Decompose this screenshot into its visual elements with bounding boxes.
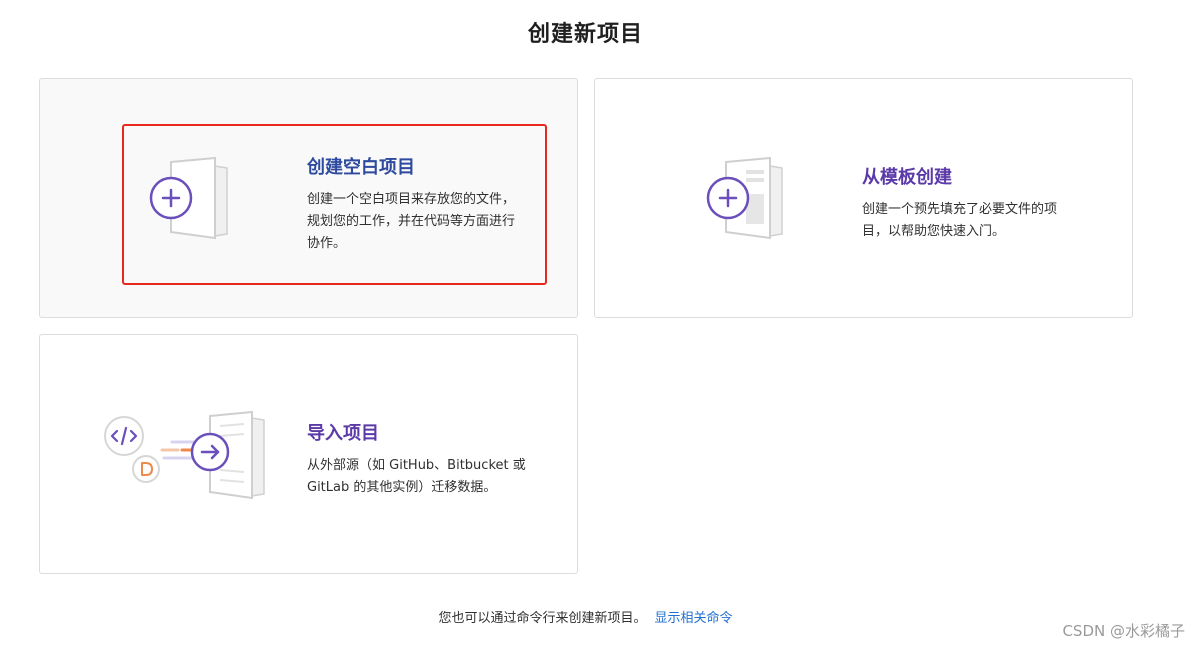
blank-project-illustration bbox=[149, 156, 228, 240]
import-project-text: 导入项目 从外部源（如 GitHub、Bitbucket 或 GitLab 的其… bbox=[307, 419, 557, 499]
code-icon bbox=[104, 416, 144, 456]
blank-project-text: 创建空白项目 创建一个空白项目来存放您的文件， 规划您的工作，并在代码等方面进行… bbox=[307, 153, 547, 255]
show-commands-link[interactable]: 显示相关命令 bbox=[655, 611, 733, 626]
template-project-heading: 从模板创建 bbox=[862, 167, 952, 188]
create-blank-project-card[interactable]: 创建空白项目 创建一个空白项目来存放您的文件， 规划您的工作，并在代码等方面进行… bbox=[39, 78, 578, 318]
plus-circle-icon bbox=[706, 176, 750, 220]
blank-project-heading: 创建空白项目 bbox=[307, 157, 415, 178]
import-project-description: 从外部源（如 GitHub、Bitbucket 或 GitLab 的其他实例）迁… bbox=[307, 458, 526, 495]
watermark: CSDN @水彩橘子 bbox=[1062, 622, 1185, 640]
cli-hint-text: 您也可以通过命令行来创建新项目。 bbox=[438, 611, 647, 626]
plus-circle-icon bbox=[149, 176, 193, 220]
source-d-icon bbox=[132, 455, 160, 483]
create-from-template-card[interactable]: 从模板创建 创建一个预先填充了必要文件的项 目，以帮助您快速入门。 bbox=[594, 78, 1133, 318]
import-project-illustration bbox=[104, 410, 265, 500]
create-project-page: 创建新项目 创建空白项目 创建一个空白项目来存放您的文件， 规划您的工作，并在代… bbox=[0, 0, 1201, 650]
template-project-illustration bbox=[706, 156, 783, 240]
import-project-heading: 导入项目 bbox=[307, 423, 379, 444]
arrow-right-circle-icon bbox=[190, 432, 230, 472]
cli-hint-footer: 您也可以通过命令行来创建新项目。 显示相关命令 bbox=[0, 607, 1171, 626]
template-project-text: 从模板创建 创建一个预先填充了必要文件的项 目，以帮助您快速入门。 bbox=[862, 163, 1102, 243]
blank-project-description: 创建一个空白项目来存放您的文件， 规划您的工作，并在代码等方面进行 协作。 bbox=[307, 192, 516, 251]
template-project-description: 创建一个预先填充了必要文件的项 目，以帮助您快速入门。 bbox=[862, 202, 1058, 239]
page-title: 创建新项目 bbox=[527, 22, 643, 47]
import-project-card[interactable]: 导入项目 从外部源（如 GitHub、Bitbucket 或 GitLab 的其… bbox=[39, 334, 578, 574]
